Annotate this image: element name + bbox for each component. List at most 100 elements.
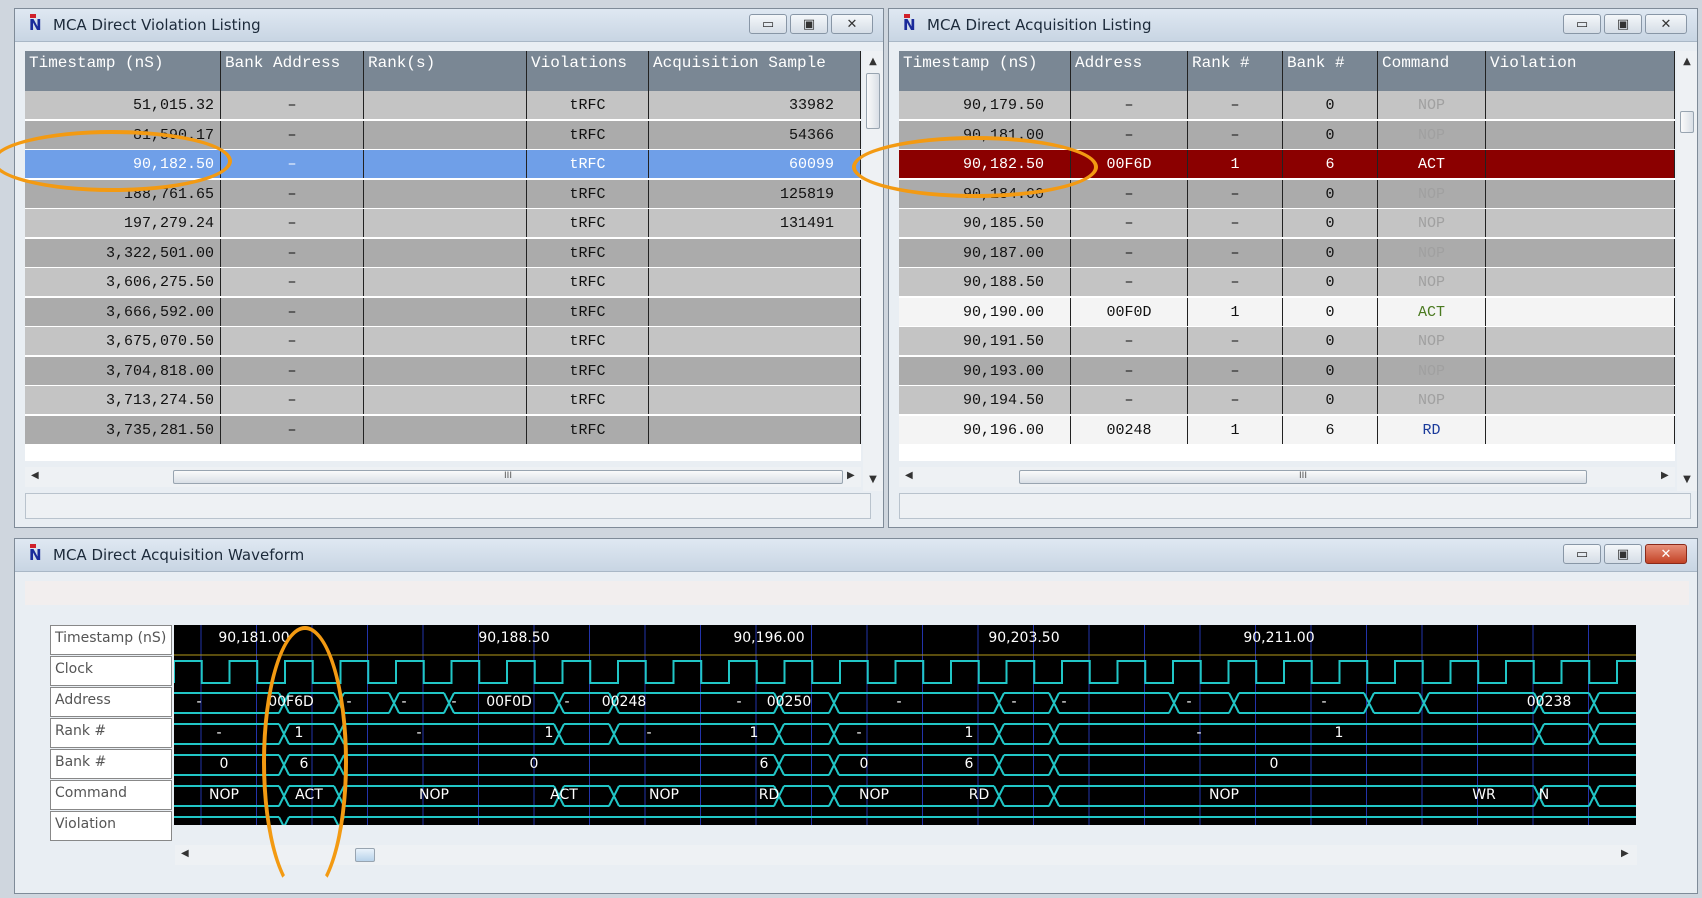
table-cell: 33982 xyxy=(649,91,861,119)
vscroll-thumb[interactable] xyxy=(866,73,880,129)
signal-label[interactable]: Timestamp (nS) xyxy=(50,625,172,655)
table-row[interactable]: 90,188.50– –0 NOP xyxy=(899,268,1675,297)
table-cell: – xyxy=(221,356,364,385)
table-cell: 60099 xyxy=(649,150,861,178)
table-cell xyxy=(1486,179,1675,208)
scroll-left-icon[interactable]: ◀ xyxy=(905,470,913,481)
column-header[interactable]: Violations xyxy=(527,51,649,91)
signal-label[interactable]: Clock xyxy=(50,656,172,686)
waveform-value: 00248 xyxy=(601,694,647,710)
table-row[interactable]: 3,704,818.00– tRFC xyxy=(25,356,861,386)
table-cell: – xyxy=(1188,327,1283,355)
violation-titlebar[interactable]: N MCA Direct Violation Listing ▭ ▣ ✕ xyxy=(15,9,883,42)
acquisition-titlebar[interactable]: N MCA Direct Acquisition Listing ▭ ▣ ✕ xyxy=(889,9,1697,42)
signal-label[interactable]: Bank # xyxy=(50,749,172,779)
column-header[interactable]: Acquisition Sample xyxy=(649,51,861,91)
signal-label[interactable]: Command xyxy=(50,780,172,810)
table-row[interactable]: 90,179.50– –0 NOP xyxy=(899,91,1675,120)
violation-vscrollbar[interactable]: ▲ ▼ xyxy=(863,51,883,491)
table-cell xyxy=(364,356,527,385)
table-cell xyxy=(1486,150,1675,178)
table-row[interactable]: 3,735,281.50– tRFC xyxy=(25,415,861,445)
waveform-signal-labels: Timestamp (nS) Clock Address Rank # Bank # Co… xyxy=(50,625,172,841)
table-cell: tRFC xyxy=(527,179,649,208)
signal-label[interactable]: Rank # xyxy=(50,718,172,748)
table-row[interactable]: 90,187.00– –0 NOP xyxy=(899,238,1675,268)
table-cell: – xyxy=(1188,268,1283,296)
hscroll-thumb[interactable] xyxy=(355,848,375,862)
table-row[interactable]: 90,190.00 00F0D 1 0 ACT xyxy=(899,297,1675,327)
table-cell xyxy=(1486,268,1675,296)
column-header[interactable]: Rank # xyxy=(1188,51,1283,91)
table-cell: tRFC xyxy=(527,415,649,444)
scroll-up-icon[interactable]: ▲ xyxy=(866,55,880,69)
table-row[interactable]: 90,194.50– –0 NOP xyxy=(899,386,1675,415)
table-row[interactable]: 90,185.50– –0 NOP xyxy=(899,209,1675,238)
table-row[interactable]: 3,322,501.00– tRFC xyxy=(25,238,861,268)
minimize-button[interactable]: ▭ xyxy=(749,14,787,34)
scroll-right-icon[interactable]: ▶ xyxy=(847,470,855,481)
maximize-button[interactable]: ▣ xyxy=(790,14,828,34)
maximize-button[interactable]: ▣ xyxy=(1604,14,1642,34)
waveform-hscrollbar[interactable]: ◀ ▶ xyxy=(175,845,1637,865)
column-header[interactable]: Rank(s) xyxy=(364,51,527,91)
signal-label[interactable]: Address xyxy=(50,687,172,717)
close-button[interactable]: ✕ xyxy=(1645,14,1687,34)
column-header[interactable]: Violation xyxy=(1486,51,1675,91)
column-header[interactable]: Bank # xyxy=(1283,51,1378,91)
table-cell: 0 xyxy=(1283,179,1378,208)
table-row[interactable]: 3,675,070.50– tRFC xyxy=(25,327,861,356)
scroll-right-icon[interactable]: ▶ xyxy=(1621,848,1629,859)
table-cell xyxy=(364,238,527,267)
vscroll-thumb[interactable] xyxy=(1680,111,1694,133)
waveform-value: 90,211.00 xyxy=(1243,630,1315,646)
table-cell: 0 xyxy=(1283,386,1378,414)
table-cell: 90,185.50 xyxy=(899,209,1071,237)
minimize-button[interactable]: ▭ xyxy=(1563,14,1601,34)
table-cell xyxy=(364,91,527,119)
table-row[interactable]: 197,279.24– tRFC 131491 xyxy=(25,209,861,238)
scroll-up-icon[interactable]: ▲ xyxy=(1680,55,1694,69)
hscroll-thumb[interactable]: III xyxy=(1019,470,1587,484)
table-row[interactable]: 3,666,592.00– tRFC xyxy=(25,297,861,327)
table-row[interactable]: 90,193.00– –0 NOP xyxy=(899,356,1675,386)
waveform-value: - xyxy=(1196,725,1202,741)
app-logo-icon: N xyxy=(903,14,916,34)
violation-window-title: MCA Direct Violation Listing xyxy=(53,16,261,34)
scroll-down-icon[interactable]: ▼ xyxy=(1680,473,1694,487)
table-cell: NOP xyxy=(1378,179,1486,208)
scroll-left-icon[interactable]: ◀ xyxy=(31,470,39,481)
acquisition-vscrollbar[interactable]: ▲ ▼ xyxy=(1677,51,1697,491)
close-button[interactable]: ✕ xyxy=(831,14,873,34)
waveform-value: RD xyxy=(968,787,990,803)
column-header[interactable]: Timestamp (nS) xyxy=(25,51,221,91)
scroll-right-icon[interactable]: ▶ xyxy=(1661,470,1669,481)
acquisition-hscrollbar[interactable]: ◀ III ▶ xyxy=(899,467,1675,487)
table-cell: 0 xyxy=(1283,120,1378,149)
table-cell: NOP xyxy=(1378,268,1486,296)
violation-table: Timestamp (nS) Bank Address Rank(s) Violati… xyxy=(25,51,861,461)
column-header[interactable]: Bank Address xyxy=(221,51,364,91)
violation-hscrollbar[interactable]: ◀ III ▶ xyxy=(25,467,861,487)
column-header[interactable]: Command xyxy=(1378,51,1486,91)
table-row[interactable]: 51,015.32– tRFC 33982 xyxy=(25,91,861,120)
column-header[interactable]: Address xyxy=(1071,51,1188,91)
table-cell: NOP xyxy=(1378,91,1486,119)
table-cell xyxy=(649,268,861,296)
waveform-value: NOP xyxy=(419,787,449,803)
minimize-button[interactable]: ▭ xyxy=(1563,544,1601,564)
signal-label[interactable]: Violation xyxy=(50,811,172,841)
table-row[interactable]: 90,191.50– –0 NOP xyxy=(899,327,1675,356)
close-button[interactable]: ✕ xyxy=(1645,544,1687,564)
waveform-canvas: 90,181.00 90,188.50 90,196.00 90,203.50 90,2… xyxy=(174,625,1636,825)
table-cell: 90,187.00 xyxy=(899,238,1071,267)
column-header[interactable]: Timestamp (nS) xyxy=(899,51,1071,91)
hscroll-thumb[interactable]: III xyxy=(173,470,843,484)
table-row[interactable]: 3,606,275.50– tRFC xyxy=(25,268,861,297)
maximize-button[interactable]: ▣ xyxy=(1604,544,1642,564)
table-row[interactable]: 3,713,274.50– tRFC xyxy=(25,386,861,415)
scroll-down-icon[interactable]: ▼ xyxy=(866,473,880,487)
waveform-titlebar[interactable]: N MCA Direct Acquisition Waveform ▭ ▣ ✕ xyxy=(15,539,1697,572)
table-row[interactable]: 90,196.00 00248 1 6 RD xyxy=(899,415,1675,445)
scroll-left-icon[interactable]: ◀ xyxy=(181,848,189,859)
